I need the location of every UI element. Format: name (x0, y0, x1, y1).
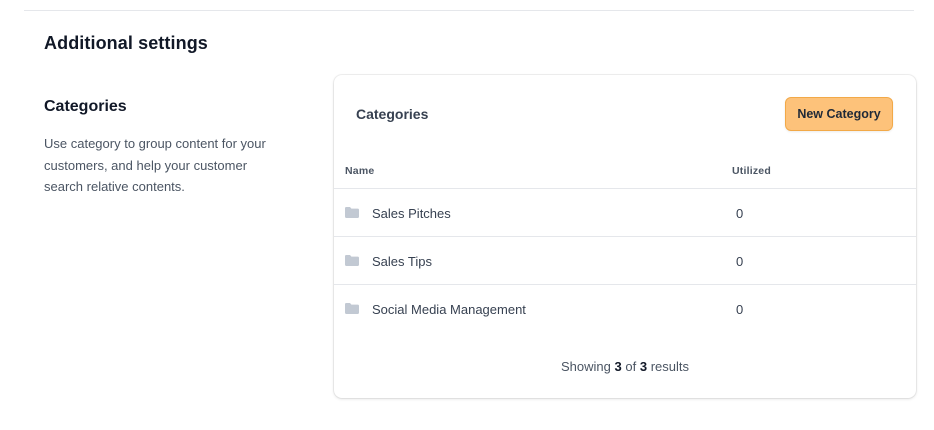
category-name[interactable]: Sales Pitches (372, 206, 451, 221)
table-row[interactable]: Sales Pitches 0 (334, 189, 916, 237)
categories-info-description: Use category to group content for your c… (44, 136, 266, 194)
categories-info: Categories Use category to group content… (44, 98, 284, 198)
section-title: Additional settings (44, 33, 208, 53)
table-header: Name Utilized (334, 153, 916, 189)
category-name[interactable]: Sales Tips (372, 254, 432, 269)
column-header-utilized: Utilized (732, 165, 771, 177)
categories-info-title: Categories (44, 98, 127, 115)
folder-icon (345, 207, 359, 218)
new-category-button[interactable]: New Category (785, 97, 893, 131)
card-header: Categories New Category (334, 75, 916, 153)
table-row[interactable]: Sales Tips 0 (334, 237, 916, 285)
pagination-total-count: 3 (639, 359, 648, 374)
category-list: Sales Pitches 0 Sales Tips 0 Social Medi… (334, 189, 916, 333)
pagination-shown-count: 3 (614, 359, 622, 374)
table-row[interactable]: Social Media Management 0 (334, 285, 916, 333)
pagination-middle: of (625, 359, 637, 374)
column-header-name: Name (345, 165, 375, 177)
pagination-prefix: Showing (561, 359, 611, 374)
pagination-summary: Showing 3 of 3 results (334, 359, 916, 374)
categories-card: Categories New Category Name Utilized Sa… (334, 75, 916, 398)
top-divider (24, 10, 914, 11)
folder-icon (345, 303, 359, 314)
card-title: Categories (356, 106, 429, 122)
pagination-suffix: results (650, 359, 689, 374)
category-utilized-count: 0 (736, 254, 744, 269)
category-utilized-count: 0 (736, 206, 744, 221)
folder-icon (345, 255, 359, 266)
settings-page: Additional settings Categories Use categ… (0, 0, 934, 430)
category-name[interactable]: Social Media Management (372, 302, 526, 317)
category-utilized-count: 0 (736, 302, 744, 317)
